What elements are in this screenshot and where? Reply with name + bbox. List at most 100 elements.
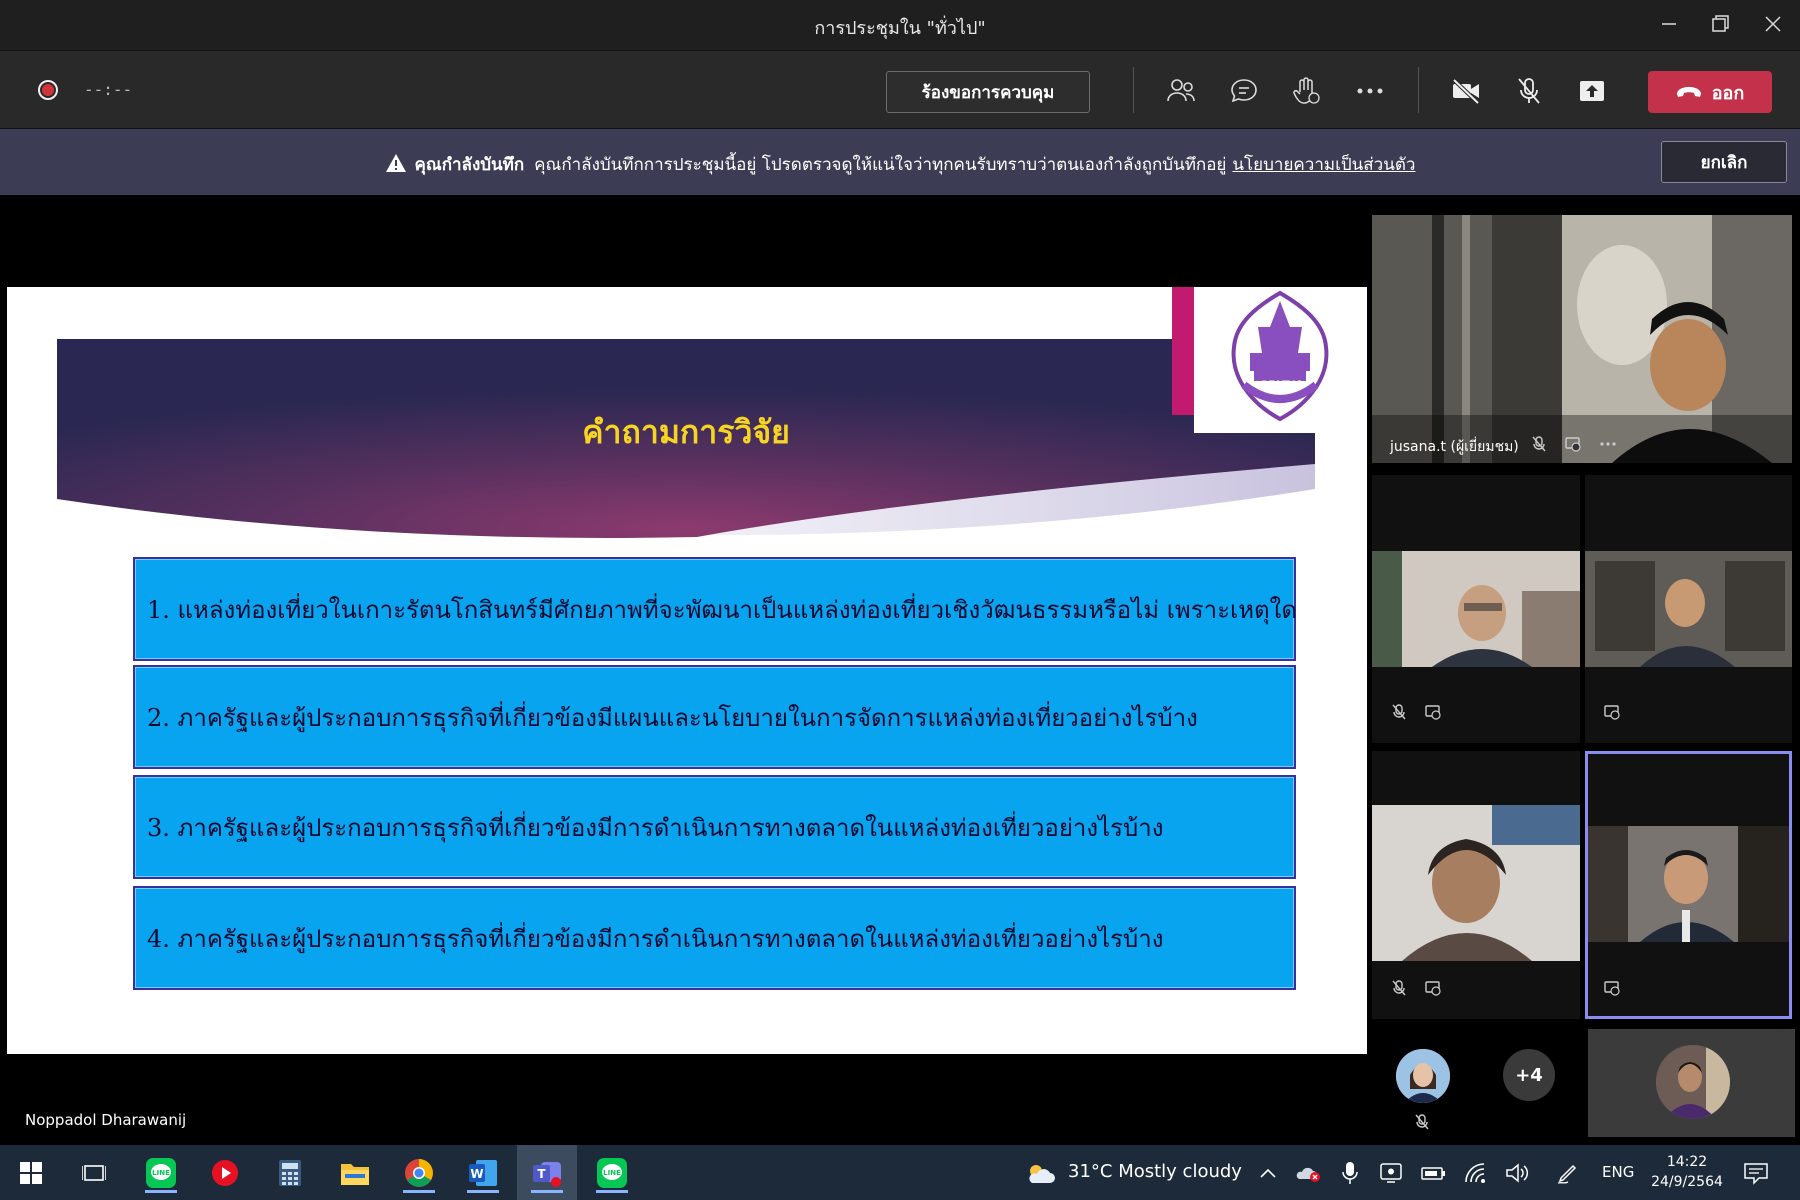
mic-off-icon [1530, 435, 1550, 455]
participant-video-tile[interactable] [1372, 475, 1580, 743]
leave-button[interactable]: ออก [1648, 71, 1772, 113]
participant-video [1372, 215, 1792, 463]
screen-share-icon [1424, 979, 1444, 999]
mic-off-icon[interactable] [1509, 73, 1549, 109]
toolbar-divider [1418, 67, 1419, 113]
window-title: การประชุมใน "ทั่วไป" [814, 18, 986, 39]
minimize-icon[interactable] [1648, 8, 1688, 40]
app-running-indicator [403, 1190, 435, 1193]
task-view-icon[interactable] [74, 1153, 114, 1193]
screen-share-icon [1424, 703, 1444, 723]
participant-video-tile-active[interactable] [1585, 751, 1792, 1019]
chat-icon[interactable] [1224, 73, 1264, 109]
volume-icon[interactable] [1498, 1153, 1538, 1193]
screen-share-icon [1603, 703, 1623, 723]
participant-video [1585, 551, 1792, 667]
leave-label: ออก [1711, 82, 1745, 104]
battery-icon[interactable] [1414, 1153, 1454, 1193]
microphone-icon[interactable] [1330, 1153, 1370, 1193]
svg-text:ƧWW: ƧWW [1259, 379, 1301, 395]
more-options-icon[interactable] [1350, 73, 1390, 109]
cancel-button[interactable]: ยกเลิก [1661, 141, 1787, 183]
participant-avatar-tile[interactable] [1588, 1029, 1795, 1137]
file-explorer-icon[interactable] [335, 1153, 375, 1193]
word-icon[interactable]: W [463, 1153, 503, 1193]
windows-start-icon[interactable] [11, 1153, 51, 1193]
presentation-slide: คำถามการวิจัย ƧWW 1. แหล่งท่องเที่ยวในเก… [7, 287, 1367, 1054]
privacy-policy-link[interactable]: นโยบายความเป็นส่วนตัว [1232, 155, 1415, 175]
mic-off-icon [1413, 1113, 1431, 1135]
restore-icon[interactable] [1700, 8, 1740, 40]
camera-off-icon[interactable] [1446, 73, 1486, 109]
recording-notice-message: คุณกำลังบันทึกการประชุมนี้อยู่ โปรดตรวจด… [534, 155, 1227, 175]
close-icon[interactable] [1752, 8, 1792, 40]
research-question-2: 2. ภาครัฐและผู้ประกอบการธุรกิจที่เกี่ยวข… [133, 665, 1296, 769]
toolbar-divider [1133, 67, 1134, 113]
svg-text:T: T [537, 1167, 546, 1181]
participant-status-icons [1390, 703, 1444, 723]
research-question-1: 1. แหล่งท่องเที่ยวในเกาะรัตนโกสินทร์มีศั… [133, 557, 1297, 661]
recording-notice: คุณกำลังบันทึก คุณกำลังบันทึกการประชุมนี้… [0, 151, 1800, 178]
mic-off-icon [1390, 979, 1410, 999]
slide-accent-bar [1172, 287, 1194, 415]
chevron-up-icon[interactable] [1248, 1153, 1288, 1193]
cloudy-weather-icon[interactable] [1020, 1153, 1060, 1193]
app-running-indicator [145, 1190, 177, 1193]
participant-video-tile[interactable] [1585, 475, 1792, 743]
participant-avatar [1656, 1045, 1730, 1119]
svg-text:W: W [470, 1167, 483, 1181]
raise-hand-icon[interactable] [1287, 73, 1327, 109]
windows-taskbar: LINE W T LINE 31°C Mostly cloudy ENG 14:… [0, 1145, 1800, 1200]
svg-text:LINE: LINE [603, 1169, 621, 1177]
screen-share-icon [1564, 435, 1584, 455]
participant-avatar[interactable] [1396, 1049, 1450, 1103]
calculator-icon[interactable] [270, 1153, 310, 1193]
notification-center-icon[interactable] [1736, 1153, 1776, 1193]
warning-icon [385, 153, 407, 178]
participant-video [1372, 805, 1580, 961]
slide-title: คำถามการวิจัย [582, 413, 790, 451]
meeting-control-bar: --:-- ร้องขอการควบคุม ออก [0, 50, 1800, 128]
teams-icon[interactable]: T [527, 1153, 567, 1193]
screen-recording-icon[interactable] [1372, 1153, 1412, 1193]
more-options-icon[interactable] [1598, 435, 1618, 455]
meeting-timer: --:-- [84, 80, 133, 99]
chrome-icon[interactable] [399, 1153, 439, 1193]
more-participants-button[interactable]: +4 [1503, 1049, 1555, 1101]
clock-time: 14:22 [1666, 1154, 1708, 1170]
line-app-icon[interactable]: LINE [141, 1153, 181, 1193]
request-control-button[interactable]: ร้องขอการควบคุม [886, 71, 1090, 113]
line-app-icon[interactable]: LINE [592, 1153, 632, 1193]
system-clock[interactable]: 14:22 24/9/2564 [1650, 1152, 1724, 1192]
svg-text:LINE: LINE [152, 1169, 170, 1177]
participant-video-tile[interactable]: jusana.t (ผู้เยี่ยมชม) [1372, 215, 1792, 463]
participant-status-icons [1390, 979, 1444, 999]
video-player-icon[interactable] [205, 1153, 245, 1193]
shared-content: คำถามการวิจัย ƧWW 1. แหล่งท่องเที่ยวในเก… [7, 201, 1367, 1144]
research-question-3: 3. ภาครัฐและผู้ประกอบการธุรกิจที่เกี่ยวข… [133, 775, 1296, 879]
phone-hangup-icon [1676, 85, 1702, 99]
app-running-indicator [531, 1190, 563, 1193]
mic-off-icon [1390, 703, 1410, 723]
participant-status-icons [1603, 979, 1623, 999]
participant-status-icons [1530, 435, 1618, 455]
app-running-indicator [596, 1190, 628, 1193]
share-tray-icon[interactable] [1572, 73, 1612, 109]
onedrive-error-icon[interactable] [1288, 1153, 1328, 1193]
participant-status-icons [1603, 703, 1623, 723]
clock-date: 24/9/2564 [1651, 1174, 1723, 1190]
participants-icon[interactable] [1161, 73, 1201, 109]
wifi-icon[interactable] [1456, 1153, 1496, 1193]
presenter-name: Noppadol Dharawanij [25, 1111, 187, 1129]
weather-text[interactable]: 31°C Mostly cloudy [1068, 1161, 1242, 1182]
participant-video [1372, 551, 1580, 667]
screen-share-icon [1603, 979, 1623, 999]
teams-meeting-window: การประชุมใน "ทั่วไป" --:-- ร้องขอการควบค… [0, 0, 1800, 1200]
participant-video-tile[interactable] [1372, 751, 1580, 1019]
university-logo: ƧWW [1194, 287, 1367, 433]
input-language[interactable]: ENG [1602, 1163, 1634, 1181]
pen-icon[interactable] [1548, 1153, 1588, 1193]
participant-video [1588, 826, 1789, 942]
meeting-stage: คำถามการวิจัย ƧWW 1. แหล่งท่องเที่ยวในเก… [0, 195, 1800, 1145]
recording-notice-title: คุณกำลังบันทึก [414, 155, 525, 175]
